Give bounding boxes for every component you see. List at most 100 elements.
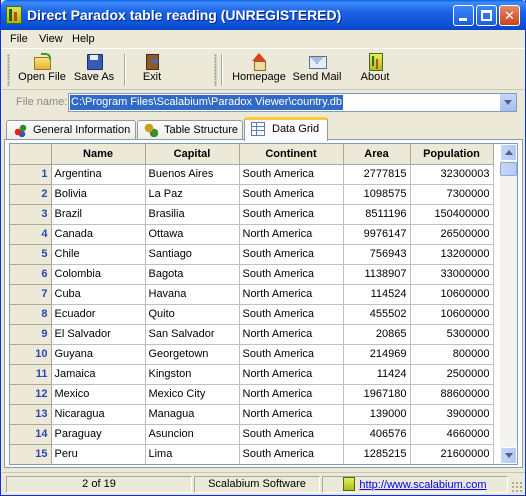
cell-population[interactable]: 3900000 xyxy=(410,404,494,425)
cell-population[interactable]: 32300003 xyxy=(410,164,494,185)
cell-population[interactable]: 10600000 xyxy=(410,304,494,325)
scroll-down-icon[interactable] xyxy=(500,447,517,464)
cell-population[interactable]: 4660000 xyxy=(410,424,494,445)
cell-area[interactable]: 8511196 xyxy=(343,204,411,225)
row-indicator-header[interactable] xyxy=(10,144,52,165)
toolbar-grip[interactable] xyxy=(214,54,217,86)
column-header-name[interactable]: Name xyxy=(51,144,146,165)
about-button[interactable]: About xyxy=(357,52,393,88)
column-header-population[interactable]: Population xyxy=(410,144,494,165)
table-row[interactable]: 6 Colombia Bagota South America 1138907 33000… xyxy=(10,264,494,285)
table-row[interactable]: 14 Paraguay Asuncion South America 406576 466… xyxy=(10,424,494,445)
cell-name[interactable]: Bolivia xyxy=(51,184,146,205)
homepage-button[interactable]: Homepage xyxy=(231,52,287,88)
close-button[interactable]: ✕ xyxy=(499,5,520,26)
cell-area[interactable]: 9976147 xyxy=(343,224,411,245)
cell-continent[interactable]: North America xyxy=(239,404,344,425)
cell-name[interactable]: Jamaica xyxy=(51,364,146,385)
table-row[interactable]: 1 Argentina Buenos Aires South America 27778… xyxy=(10,164,494,185)
cell-capital[interactable]: La Paz xyxy=(145,184,240,205)
row-number[interactable]: 8 xyxy=(10,304,52,325)
toolbar-grip[interactable] xyxy=(7,54,10,86)
cell-capital[interactable]: Lima xyxy=(145,444,240,464)
file-name-combobox[interactable]: C:\Program Files\Scalabium\Paradox Viewe… xyxy=(68,93,517,112)
table-row[interactable]: 7 Cuba Havana North America 114524 10600000 xyxy=(10,284,494,305)
cell-capital[interactable]: Managua xyxy=(145,404,240,425)
cell-capital[interactable]: Georgetown xyxy=(145,344,240,365)
cell-area[interactable]: 1285215 xyxy=(343,444,411,464)
data-grid[interactable]: Name Capital Continent Area Population 1… xyxy=(9,143,518,465)
cell-name[interactable]: Colombia xyxy=(51,264,146,285)
row-number[interactable]: 14 xyxy=(10,424,52,445)
row-number[interactable]: 4 xyxy=(10,224,52,245)
cell-population[interactable]: 5300000 xyxy=(410,324,494,345)
cell-capital[interactable]: San Salvador xyxy=(145,324,240,345)
chevron-down-icon[interactable] xyxy=(499,94,516,111)
row-number[interactable]: 11 xyxy=(10,364,52,385)
cell-population[interactable]: 88600000 xyxy=(410,384,494,405)
cell-area[interactable]: 1098575 xyxy=(343,184,411,205)
row-number[interactable]: 13 xyxy=(10,404,52,425)
file-name-value[interactable]: C:\Program Files\Scalabium\Paradox Viewe… xyxy=(70,95,344,110)
cell-name[interactable]: Guyana xyxy=(51,344,146,365)
table-row[interactable]: 4 Canada Ottawa North America 9976147 2650000… xyxy=(10,224,494,245)
table-row[interactable]: 9 El Salvador San Salvador North America 208… xyxy=(10,324,494,345)
cell-name[interactable]: El Salvador xyxy=(51,324,146,345)
cell-continent[interactable]: North America xyxy=(239,324,344,345)
cell-area[interactable]: 756943 xyxy=(343,244,411,265)
cell-name[interactable]: Nicaragua xyxy=(51,404,146,425)
cell-capital[interactable]: Havana xyxy=(145,284,240,305)
table-row[interactable]: 15 Peru Lima South America 1285215 21600000 xyxy=(10,444,494,464)
cell-capital[interactable]: Brasilia xyxy=(145,204,240,225)
cell-area[interactable]: 1967180 xyxy=(343,384,411,405)
cell-capital[interactable]: Santiago xyxy=(145,244,240,265)
title-bar[interactable]: Direct Paradox table reading (UNREGISTER… xyxy=(1,0,526,30)
cell-area[interactable]: 406576 xyxy=(343,424,411,445)
cell-capital[interactable]: Buenos Aires xyxy=(145,164,240,185)
row-number[interactable]: 12 xyxy=(10,384,52,405)
resize-grip-icon[interactable] xyxy=(511,481,523,493)
table-row[interactable]: 5 Chile Santiago South America 756943 1320000… xyxy=(10,244,494,265)
cell-population[interactable]: 800000 xyxy=(410,344,494,365)
cell-capital[interactable]: Ottawa xyxy=(145,224,240,245)
cell-capital[interactable]: Mexico City xyxy=(145,384,240,405)
cell-area[interactable]: 20865 xyxy=(343,324,411,345)
row-number[interactable]: 6 xyxy=(10,264,52,285)
cell-continent[interactable]: North America xyxy=(239,284,344,305)
table-row[interactable]: 8 Ecuador Quito South America 455502 10600000 xyxy=(10,304,494,325)
table-row[interactable]: 13 Nicaragua Managua North America 139000 390… xyxy=(10,404,494,425)
cell-population[interactable]: 7300000 xyxy=(410,184,494,205)
table-row[interactable]: 3 Brazil Brasilia South America 8511196 15040… xyxy=(10,204,494,225)
cell-name[interactable]: Ecuador xyxy=(51,304,146,325)
cell-population[interactable]: 13200000 xyxy=(410,244,494,265)
row-number[interactable]: 5 xyxy=(10,244,52,265)
website-link[interactable]: http://www.scalabium.com xyxy=(359,479,486,491)
app-logo-icon[interactable] xyxy=(6,6,22,24)
table-row[interactable]: 10 Guyana Georgetown South America 214969 800… xyxy=(10,344,494,365)
row-number[interactable]: 7 xyxy=(10,284,52,305)
row-number[interactable]: 10 xyxy=(10,344,52,365)
cell-continent[interactable]: South America xyxy=(239,164,344,185)
cell-continent[interactable]: North America xyxy=(239,384,344,405)
cell-population[interactable]: 21600000 xyxy=(410,444,494,464)
cell-population[interactable]: 33000000 xyxy=(410,264,494,285)
scroll-up-icon[interactable] xyxy=(500,144,517,161)
cell-name[interactable]: Cuba xyxy=(51,284,146,305)
table-row[interactable]: 12 Mexico Mexico City North America 1967180 8… xyxy=(10,384,494,405)
minimize-button[interactable] xyxy=(453,5,474,26)
cell-area[interactable]: 455502 xyxy=(343,304,411,325)
cell-population[interactable]: 26500000 xyxy=(410,224,494,245)
cell-continent[interactable]: South America xyxy=(239,344,344,365)
cell-population[interactable]: 150400000 xyxy=(410,204,494,225)
cell-capital[interactable]: Kingston xyxy=(145,364,240,385)
row-number[interactable]: 3 xyxy=(10,204,52,225)
row-number[interactable]: 15 xyxy=(10,444,52,464)
cell-area[interactable]: 2777815 xyxy=(343,164,411,185)
exit-button[interactable]: Exit xyxy=(136,52,168,88)
cell-continent[interactable]: South America xyxy=(239,444,344,464)
cell-name[interactable]: Canada xyxy=(51,224,146,245)
menu-help[interactable]: Help xyxy=(72,33,95,45)
open-file-button[interactable]: Open File xyxy=(17,52,67,88)
cell-area[interactable]: 11424 xyxy=(343,364,411,385)
cell-continent[interactable]: North America xyxy=(239,364,344,385)
